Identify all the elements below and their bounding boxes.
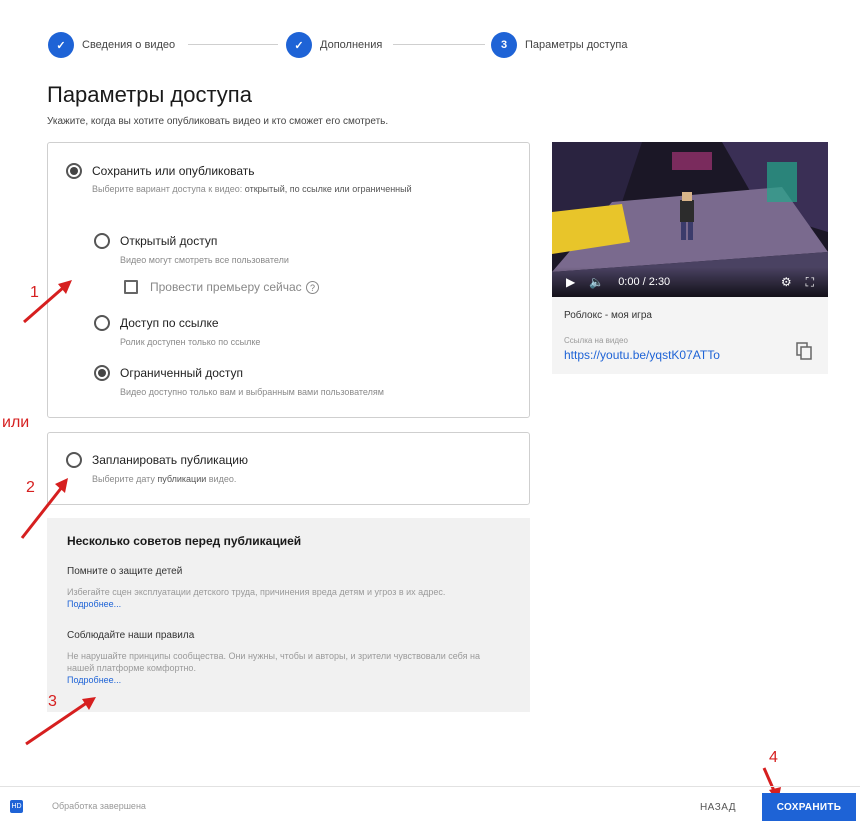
tip-heading: Соблюдайте наши правила [67, 630, 195, 641]
schedule-card: Запланировать публикацию Выберите дату п… [47, 432, 530, 505]
unlisted-title: Доступ по ссылке [120, 316, 219, 330]
public-title: Открытый доступ [120, 234, 218, 248]
settings-icon[interactable]: ⚙ [781, 275, 792, 289]
annotation-3: 3 [48, 693, 57, 710]
schedule-title: Запланировать публикацию [92, 453, 248, 467]
page-title: Параметры доступа [47, 82, 252, 107]
tip-text: Не нарушайте принципы сообщества. Они ну… [67, 650, 487, 686]
annotation-1: 1 [30, 284, 39, 301]
annotation-or: или [2, 414, 30, 431]
tips-panel: Несколько советов перед публикацией Помн… [47, 518, 530, 712]
schedule-desc: Выберите дату публикации видео. [92, 472, 236, 486]
page-subtitle: Укажите, когда вы хотите опубликовать ви… [47, 116, 389, 127]
step-extras[interactable]: ✓ Дополнения [286, 28, 382, 62]
annotation-4: 4 [769, 749, 778, 766]
public-desc: Видео могут смотреть все пользователи [120, 255, 289, 265]
tips-title: Несколько советов перед публикацией [67, 534, 302, 548]
help-icon[interactable]: ? [306, 281, 319, 294]
save-publish-title: Сохранить или опубликовать [92, 164, 255, 178]
unlisted-desc: Ролик доступен только по ссылке [120, 337, 261, 347]
video-preview-card: ▶ 🔈 0:00 / 2:30 ⚙ ⛶ Роблокс - моя игра С… [552, 142, 828, 374]
tip-more-link[interactable]: Подробнее... [67, 599, 121, 609]
save-or-publish-card: Сохранить или опубликовать Выберите вари… [47, 142, 530, 418]
fullscreen-icon[interactable]: ⛶ [806, 275, 814, 290]
tip-body: Избегайте сцен эксплуатации детского тру… [67, 587, 446, 597]
unlisted-radio[interactable] [94, 315, 110, 331]
back-button[interactable]: НАЗАД [690, 795, 746, 819]
processing-status: Обработка завершена [52, 801, 146, 811]
step-label: Сведения о видео [82, 39, 176, 51]
tip-text: Избегайте сцен эксплуатации детского тру… [67, 586, 487, 610]
step-label: Дополнения [320, 39, 383, 51]
premiere-label: Провести премьеру сейчас [150, 280, 302, 294]
check-icon: ✓ [286, 32, 312, 58]
schedule-desc-end: видео. [208, 474, 237, 484]
private-desc: Видео доступно только вам и выбранным ва… [120, 387, 384, 397]
private-radio[interactable] [94, 365, 110, 381]
volume-icon[interactable]: 🔈 [589, 275, 604, 289]
step-number: 3 [491, 32, 517, 58]
step-connector [188, 44, 278, 45]
schedule-radio[interactable] [66, 452, 82, 468]
tip-more-link[interactable]: Подробнее... [67, 675, 121, 685]
stepper: ✓ Сведения о видео ✓ Дополнения 3 Параме… [48, 28, 668, 62]
copy-icon[interactable] [796, 342, 812, 360]
play-icon[interactable]: ▶ [566, 275, 575, 289]
step-connector [393, 44, 485, 45]
footer-divider [0, 786, 860, 787]
step-video-details[interactable]: ✓ Сведения о видео [48, 28, 175, 62]
tip-heading: Помните о защите детей [67, 566, 183, 577]
save-publish-radio[interactable] [66, 163, 82, 179]
tip-body: Не нарушайте принципы сообщества. Они ну… [67, 651, 480, 673]
save-button[interactable]: СОХРАНИТЬ [762, 793, 856, 821]
step-visibility[interactable]: 3 Параметры доступа [491, 28, 627, 62]
save-publish-desc-text: Выберите вариант доступа к видео: [92, 184, 243, 194]
video-controls: ▶ 🔈 0:00 / 2:30 ⚙ ⛶ [552, 267, 828, 297]
save-publish-desc: Выберите вариант доступа к видео: открыт… [92, 182, 452, 196]
video-player[interactable]: ▶ 🔈 0:00 / 2:30 ⚙ ⛶ [552, 142, 828, 297]
video-time: 0:00 / 2:30 [618, 276, 671, 288]
step-label: Параметры доступа [525, 39, 628, 51]
video-title: Роблокс - моя игра [564, 310, 652, 321]
video-link-label: Ссылка на видео [564, 336, 628, 345]
annotation-2: 2 [26, 479, 35, 496]
premiere-checkbox[interactable] [124, 280, 138, 294]
video-link[interactable]: https://youtu.be/yqstK07ATTo [564, 348, 720, 362]
private-title: Ограниченный доступ [120, 366, 244, 380]
save-publish-desc-bold: открытый, по ссылке или ограниченный [244, 184, 412, 194]
public-radio[interactable] [94, 233, 110, 249]
check-icon: ✓ [48, 32, 74, 58]
schedule-desc-bold: публикации [157, 474, 207, 484]
schedule-desc-text: Выберите дату [92, 474, 155, 484]
hd-icon: HD [10, 800, 23, 813]
